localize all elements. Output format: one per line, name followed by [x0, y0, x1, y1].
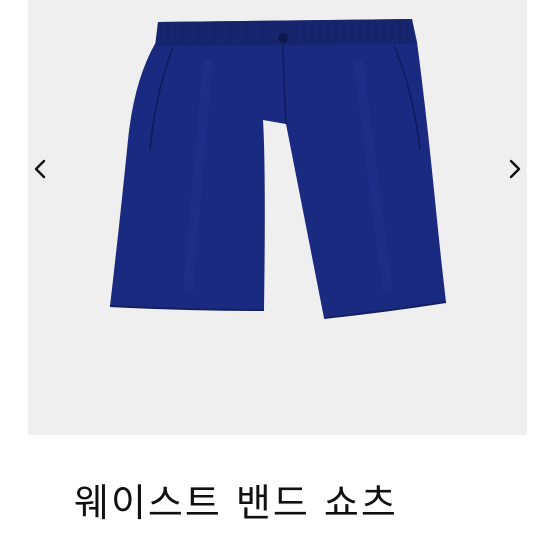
chevron-right-icon	[509, 159, 521, 179]
next-image-button[interactable]	[500, 154, 530, 184]
product-description	[74, 541, 434, 554]
product-page: 웨이스트 밴드 쇼츠	[0, 0, 554, 554]
product-image-gallery[interactable]	[28, 0, 527, 435]
previous-image-button[interactable]	[25, 154, 55, 184]
chevron-left-icon	[34, 159, 46, 179]
product-image-shorts	[109, 19, 447, 319]
product-title: 웨이스트 밴드 쇼츠	[74, 481, 398, 525]
